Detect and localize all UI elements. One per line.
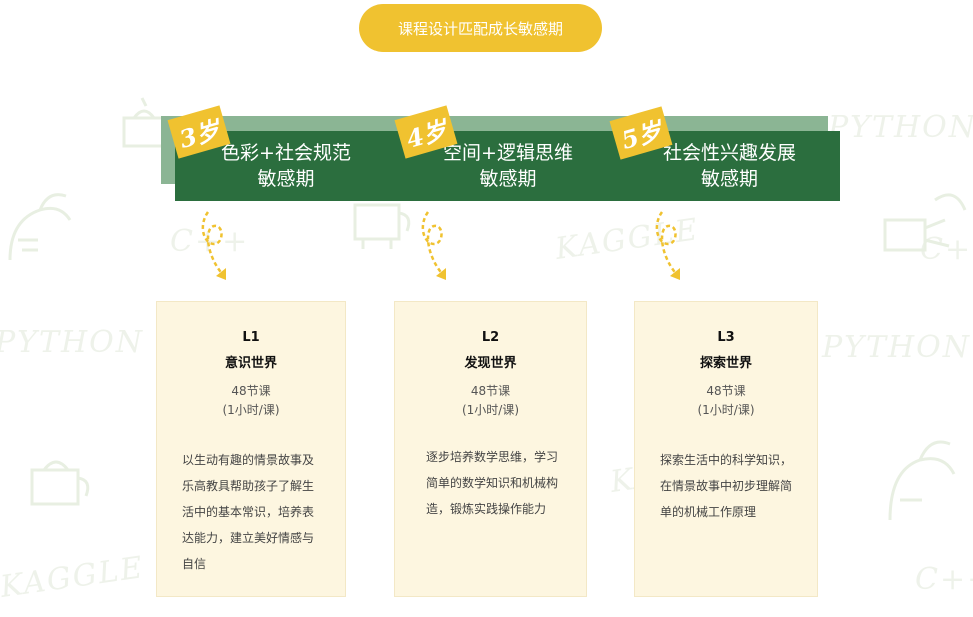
course-card-l2: L2 发现世界 48节课 (1小时/课) 逐步培养数学思维，学习 简单的数学知识…	[394, 301, 587, 597]
swirl-arrow-icon	[421, 211, 446, 280]
swirl-arrow-icon	[655, 211, 680, 280]
card-duration: (1小时/课)	[461, 403, 520, 417]
desc-line: 探索生活中的科学知识，	[660, 453, 793, 467]
page-title: 课程设计匹配成长敏感期	[359, 4, 602, 52]
card-lessons: 48节课	[231, 384, 271, 398]
card-level: L2	[481, 330, 500, 345]
stage-line-1: 色彩+社会规范	[221, 142, 351, 164]
stage-line-2: 敏感期	[479, 168, 537, 190]
watermark-dino-icon	[883, 193, 967, 252]
card-description: 以生动有趣的情景故事及 乐高教具帮助孩子了解生 活中的基本常识，培养表 达能力，…	[182, 447, 323, 577]
course-card-l3: L3 探索世界 48节课 (1小时/课) 探索生活中的科学知识， 在情景故事中初…	[634, 301, 818, 597]
stage-line-2: 敏感期	[700, 168, 758, 190]
card-duration: (1小时/课)	[697, 403, 755, 417]
watermark-teapot-icon	[30, 460, 90, 506]
card-level: L3	[717, 330, 735, 345]
desc-line: 乐高教具帮助孩子了解生	[182, 479, 315, 493]
watermark-dino-icon	[8, 193, 72, 261]
course-card-l1: L1 意识世界 48节课 (1小时/课) 以生动有趣的情景故事及 乐高教具帮助孩…	[156, 301, 346, 597]
card-lessons: 48节课	[470, 384, 511, 398]
card-level: L1	[242, 330, 260, 345]
swirl-arrow-icon	[201, 211, 226, 280]
stage-line-1: 空间+逻辑思维	[443, 142, 573, 164]
watermark-dino-icon	[888, 440, 956, 521]
bg-watermark-cpp: C++	[920, 232, 973, 267]
desc-line: 单的机械工作原理	[660, 505, 757, 519]
desc-line: 造，锻炼实践操作能力	[426, 502, 547, 516]
card-description: 逐步培养数学思维，学习 简单的数学知识和机械构 造，锻炼实践操作能力	[426, 444, 564, 522]
desc-line: 逐步培养数学思维，学习	[426, 450, 559, 464]
card-name: 意识世界	[224, 356, 277, 371]
card-name: 发现世界	[464, 356, 517, 371]
desc-line: 以生动有趣的情景故事及	[182, 453, 315, 467]
bg-watermark-python: PYTHON	[0, 325, 145, 360]
desc-line: 简单的数学知识和机械构	[426, 476, 559, 490]
stage-line-1: 社会性兴趣发展	[662, 142, 796, 164]
card-description: 探索生活中的科学知识， 在情景故事中初步理解简 单的机械工作原理	[660, 447, 795, 525]
desc-line: 在情景故事中初步理解简	[660, 479, 793, 493]
card-lessons: 48节课	[706, 384, 746, 398]
bg-watermark-cpp: C++	[915, 562, 973, 597]
bg-watermark-python: PYTHON	[822, 330, 972, 365]
desc-line: 活中的基本常识，培养表	[182, 505, 315, 519]
bg-watermark-python: PYTHON	[828, 110, 973, 145]
desc-line: 自信	[182, 557, 207, 571]
card-duration: (1小时/课)	[222, 403, 280, 417]
bg-watermark-kaggle: KAGGLE	[0, 550, 147, 605]
stage-line-2: 敏感期	[257, 168, 315, 190]
card-name: 探索世界	[699, 356, 752, 371]
desc-line: 达能力，建立美好情感与	[182, 531, 315, 545]
